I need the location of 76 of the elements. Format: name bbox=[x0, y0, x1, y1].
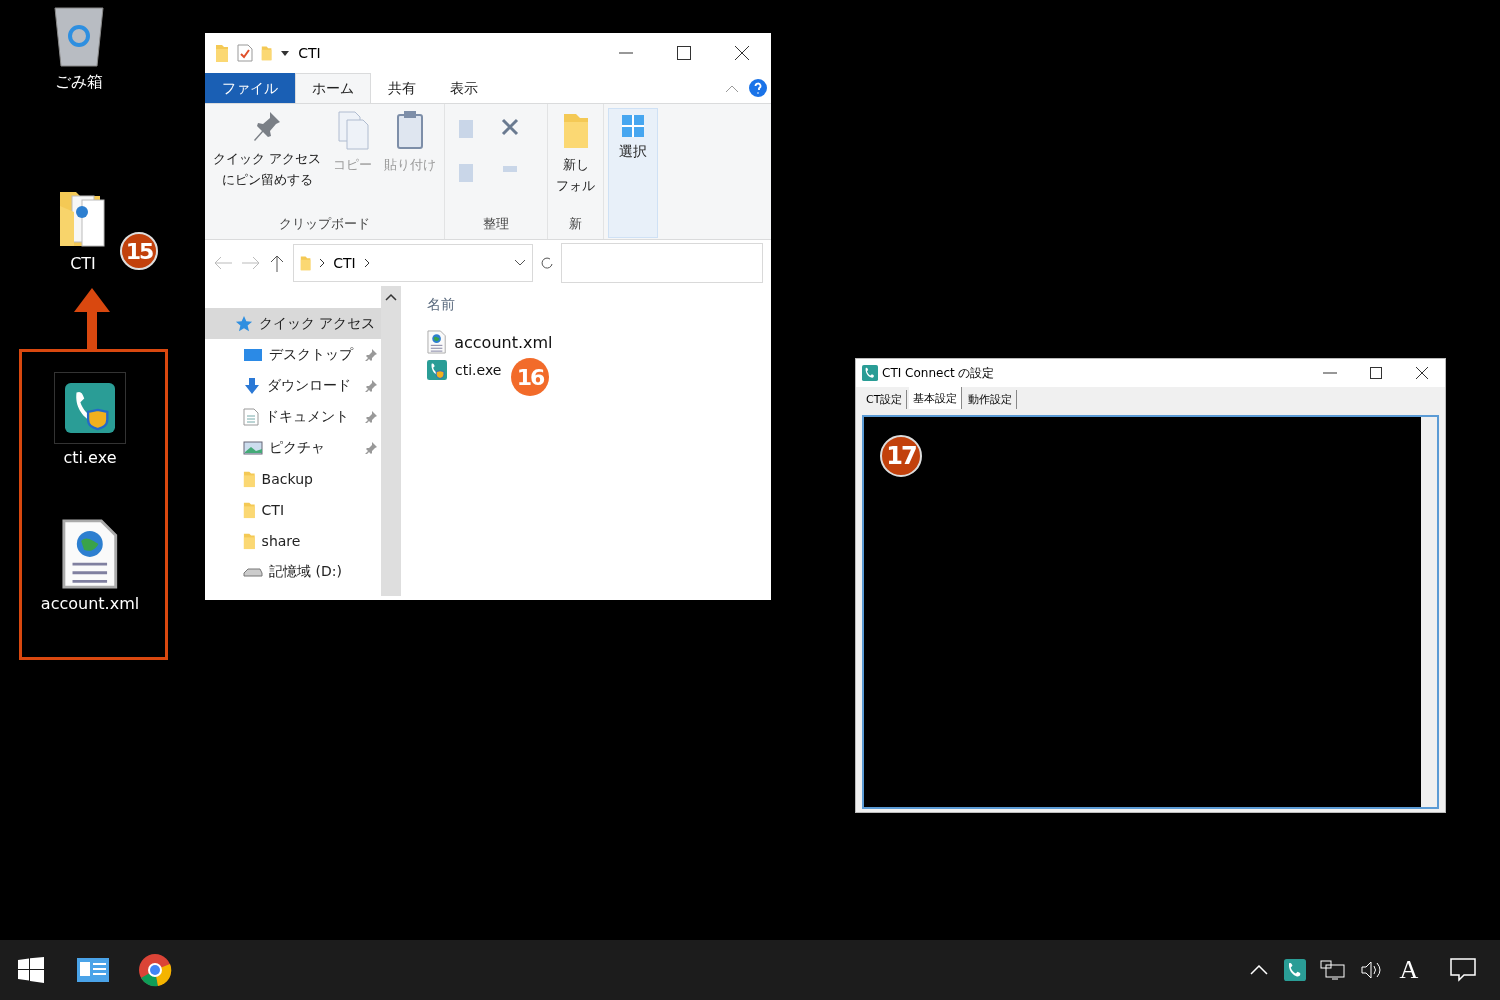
nav-item[interactable]: デスクトップ bbox=[205, 339, 381, 370]
chevron-icon bbox=[363, 258, 370, 268]
ribbon-button[interactable]: クイック アクセス にピン留めする bbox=[211, 108, 324, 192]
nav-item[interactable]: ダウンロード bbox=[205, 370, 381, 401]
refresh-icon[interactable] bbox=[541, 256, 553, 270]
nav-item[interactable]: CTI bbox=[205, 494, 381, 525]
delete-icon[interactable] bbox=[501, 118, 520, 136]
properties-icon[interactable] bbox=[237, 44, 253, 62]
file-item[interactable]: cti.exe bbox=[427, 360, 502, 380]
ribbon-button[interactable]: 新し フォル bbox=[554, 108, 598, 198]
desktop-icon bbox=[243, 346, 263, 363]
close-icon[interactable] bbox=[735, 46, 749, 60]
search-field[interactable] bbox=[561, 243, 763, 283]
close-icon[interactable] bbox=[1416, 367, 1428, 379]
ribbon-tab[interactable]: ホーム bbox=[295, 73, 371, 103]
phone-app-icon bbox=[862, 365, 878, 381]
phone-app-icon bbox=[1284, 959, 1306, 981]
nav-item[interactable]: Backup bbox=[205, 463, 381, 494]
phone-app-icon bbox=[65, 383, 115, 433]
nav-item[interactable]: share bbox=[205, 525, 381, 556]
up-icon[interactable] bbox=[269, 254, 285, 272]
ribbon-group-label: クリップボード bbox=[278, 215, 372, 233]
desktop-icon-label: CTI bbox=[70, 254, 96, 273]
maximize-icon[interactable] bbox=[1370, 367, 1382, 379]
nav-item[interactable]: クイック アクセス bbox=[205, 308, 381, 339]
file-item[interactable]: account.xml bbox=[427, 330, 553, 354]
desktop-icon-label: account.xml bbox=[40, 594, 140, 613]
xml-file-icon bbox=[427, 330, 447, 354]
settings-tab[interactable]: 基本設定 bbox=[909, 387, 963, 409]
recycle-bin-icon[interactable] bbox=[51, 4, 107, 68]
pin-icon bbox=[365, 379, 377, 392]
pin-icon bbox=[365, 410, 377, 423]
select-button[interactable]: 選択 bbox=[608, 108, 659, 238]
step-number-badge: 15 bbox=[120, 232, 158, 270]
folder-icon bbox=[243, 469, 256, 488]
select-grid-icon bbox=[622, 115, 645, 137]
folder-icon bbox=[243, 531, 256, 550]
input-method-button[interactable]: A bbox=[1394, 940, 1424, 1000]
column-header[interactable]: 名前 bbox=[427, 296, 771, 314]
maximize-icon[interactable] bbox=[677, 46, 691, 60]
desktop-icon-label: cti.exe bbox=[63, 448, 117, 467]
folder-icon bbox=[300, 255, 312, 271]
nav-item[interactable]: ドキュメント bbox=[205, 401, 381, 432]
phone-app-icon bbox=[427, 360, 447, 380]
help-icon[interactable] bbox=[749, 79, 767, 97]
chevron-icon bbox=[319, 258, 326, 268]
folder-icon bbox=[261, 45, 273, 61]
dropdown-icon[interactable] bbox=[514, 259, 526, 267]
ribbon-group-label: 新 bbox=[568, 215, 584, 233]
show-hidden-icons-icon[interactable] bbox=[1250, 965, 1268, 975]
folder-icon bbox=[215, 43, 229, 63]
document-icon bbox=[243, 407, 259, 426]
collapse-ribbon-icon[interactable] bbox=[725, 83, 739, 93]
pin-icon bbox=[365, 441, 377, 454]
pin-icon bbox=[365, 348, 377, 361]
scroll-up-icon[interactable] bbox=[385, 292, 397, 302]
step-number-badge: 16 bbox=[511, 358, 549, 396]
dropdown-icon[interactable] bbox=[280, 48, 291, 58]
xml-file-icon bbox=[61, 518, 119, 590]
step-number-badge: 17 bbox=[880, 435, 922, 477]
copy-icon bbox=[336, 110, 369, 150]
window-title: CTI Connect の設定 bbox=[882, 364, 995, 382]
nav-item[interactable]: ピクチャ bbox=[205, 432, 381, 463]
download-arrow-icon bbox=[243, 376, 261, 395]
start-icon[interactable] bbox=[18, 957, 44, 983]
folder-icon bbox=[243, 500, 256, 519]
clipboard-icon bbox=[396, 110, 425, 150]
desktop-icon-label: ごみ箱 bbox=[55, 72, 103, 93]
up-arrow bbox=[72, 288, 112, 350]
ribbon-group-label: 整理 bbox=[482, 215, 511, 233]
ribbon-tab[interactable]: ファイル bbox=[205, 73, 295, 103]
nav-item[interactable]: 記憶域 (D:) bbox=[205, 556, 381, 587]
window-title: CTI bbox=[298, 45, 321, 61]
address-text: CTI bbox=[333, 255, 356, 271]
star-icon bbox=[235, 314, 253, 333]
picture-icon bbox=[243, 439, 263, 456]
